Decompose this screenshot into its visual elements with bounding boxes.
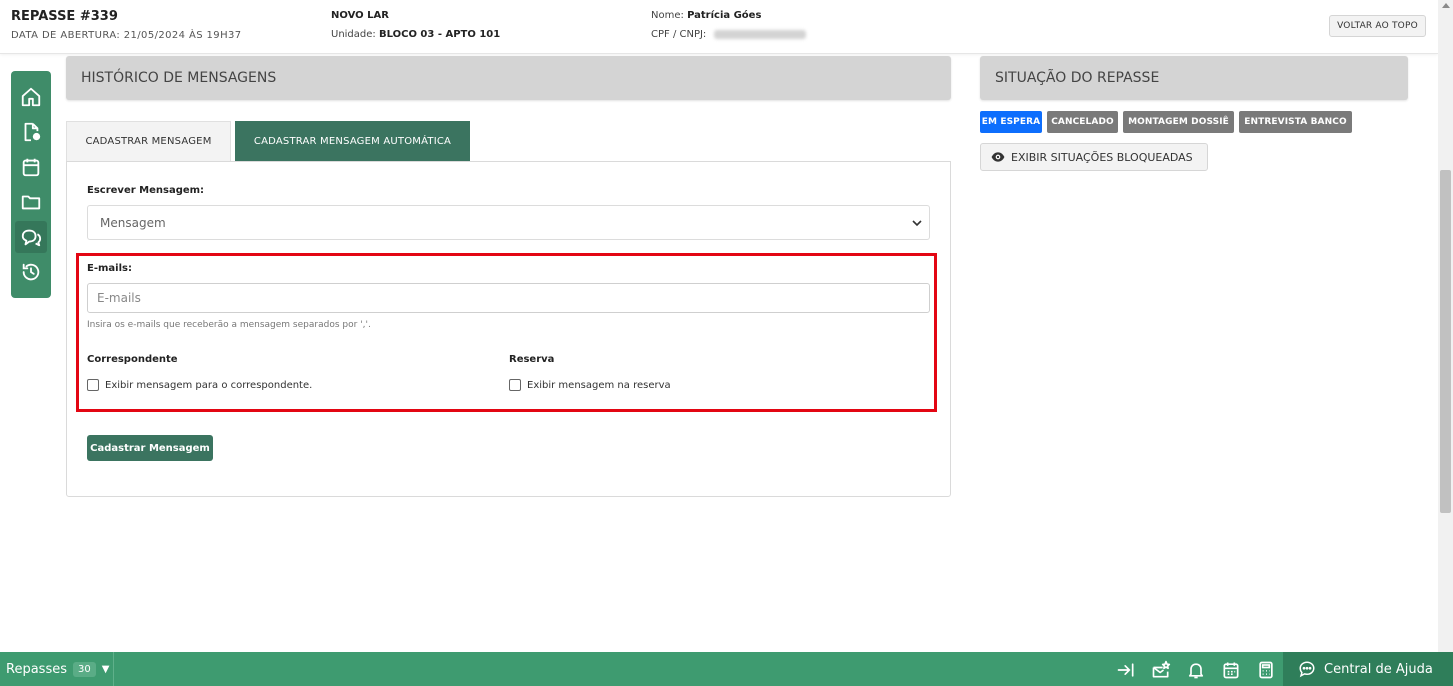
page-header: REPASSE #339 DATA DE ABERTURA: 21/05/202… (0, 0, 1438, 54)
emails-label: E-mails: (87, 263, 132, 274)
history-icon (22, 263, 40, 281)
back-to-top-button[interactable]: VOLTAR AO TOPO (1329, 15, 1426, 37)
help-center-label: Central de Ajuda (1324, 661, 1433, 677)
client-name: Patrícia Góes (687, 10, 762, 21)
cpf-info: CPF / CNPJ: (651, 29, 806, 40)
eye-icon (991, 152, 1005, 162)
reserve-checkbox[interactable] (509, 379, 521, 391)
chat-icon (21, 229, 42, 247)
repasses-label: Repasses (6, 661, 67, 677)
submit-message-button[interactable]: Cadastrar Mensagem (87, 435, 213, 461)
cpf-label: CPF / CNPJ: (651, 29, 707, 40)
tab-register-message[interactable]: CADASTRAR MENSAGEM (66, 121, 231, 161)
nav-home[interactable] (15, 81, 47, 113)
write-message-label: Escrever Mensagem: (87, 185, 205, 196)
reserve-label: Reserva (509, 354, 555, 365)
nav-messages[interactable] (15, 221, 47, 253)
client-name-info: Nome: Patrícia Góes (651, 10, 761, 21)
unit-info: Unidade: BLOCO 03 - APTO 101 (331, 29, 500, 40)
show-blocked-button[interactable]: EXIBIR SITUAÇÕES BLOQUEADAS (980, 143, 1208, 171)
reserve-option[interactable]: Exibir mensagem na reserva (509, 379, 671, 391)
cpf-value-redacted (713, 29, 806, 39)
chevron-down-icon (912, 220, 922, 227)
unit-label: Unidade: (331, 29, 376, 40)
folder-icon (21, 195, 41, 210)
nav-history[interactable] (15, 256, 47, 288)
show-blocked-label: EXIBIR SITUAÇÕES BLOQUEADAS (1011, 150, 1193, 164)
correspondent-checkbox[interactable] (87, 379, 99, 391)
calendar-icon[interactable] (1221, 660, 1241, 680)
chevron-down-icon: ▼ (101, 663, 110, 675)
status-badge-waiting[interactable]: EM ESPERA (980, 111, 1042, 133)
correspondent-label: Correspondente (87, 354, 178, 365)
page-scrollbar[interactable] (1438, 0, 1453, 652)
help-center-button[interactable]: Central de Ajuda (1283, 652, 1453, 686)
footer-bar: Repasses 30 ▼ Central de Ajuda (0, 652, 1453, 686)
tab-register-auto-message[interactable]: CADASTRAR MENSAGEM AUTOMÁTICA (235, 121, 470, 161)
repasse-title: REPASSE #339 (11, 9, 118, 24)
status-badge-dossier[interactable]: MONTAGEM DOSSIÊ (1123, 111, 1234, 133)
side-navigation (11, 71, 51, 298)
scroll-up-arrow-icon[interactable] (1442, 3, 1450, 8)
message-select-value: Mensagem (100, 215, 166, 230)
arrow-to-right-icon[interactable] (1116, 660, 1136, 680)
calendar-icon (22, 158, 40, 177)
mail-star-icon[interactable] (1151, 660, 1171, 680)
calculator-icon[interactable] (1256, 660, 1276, 680)
message-select[interactable]: Mensagem (87, 205, 930, 240)
bell-icon[interactable] (1186, 660, 1206, 680)
correspondent-option[interactable]: Exibir mensagem para o correspondente. (87, 379, 312, 391)
nav-calendar[interactable] (15, 151, 47, 183)
opening-date: DATA DE ABERTURA: 21/05/2024 ÀS 19H37 (11, 30, 242, 41)
emails-input[interactable]: E-mails (87, 283, 930, 313)
nav-files[interactable] (15, 186, 47, 218)
reserve-check-label: Exibir mensagem na reserva (527, 379, 671, 391)
status-panel-title: SITUAÇÃO DO REPASSE (980, 56, 1408, 100)
emails-help-text: Insira os e-mails que receberão a mensag… (87, 320, 371, 330)
chat-bubble-icon (1299, 661, 1315, 678)
document-icon (24, 122, 41, 142)
status-badge-cancelled[interactable]: CANCELADO (1047, 111, 1118, 133)
project-name: NOVO LAR (331, 10, 389, 21)
repasses-selector[interactable]: Repasses 30 ▼ (6, 652, 109, 686)
home-icon (21, 87, 41, 107)
status-badge-bank-interview[interactable]: ENTREVISTA BANCO (1239, 111, 1352, 133)
emails-placeholder: E-mails (97, 291, 141, 305)
name-label: Nome: (651, 10, 684, 21)
repasses-count-badge: 30 (72, 661, 96, 677)
messages-panel-title: HISTÓRICO DE MENSAGENS (66, 56, 951, 100)
correspondent-check-label: Exibir mensagem para o correspondente. (105, 379, 313, 391)
footer-divider (113, 652, 114, 686)
nav-documents[interactable] (15, 116, 47, 148)
unit-value: BLOCO 03 - APTO 101 (378, 29, 501, 40)
scroll-thumb[interactable] (1440, 170, 1451, 513)
